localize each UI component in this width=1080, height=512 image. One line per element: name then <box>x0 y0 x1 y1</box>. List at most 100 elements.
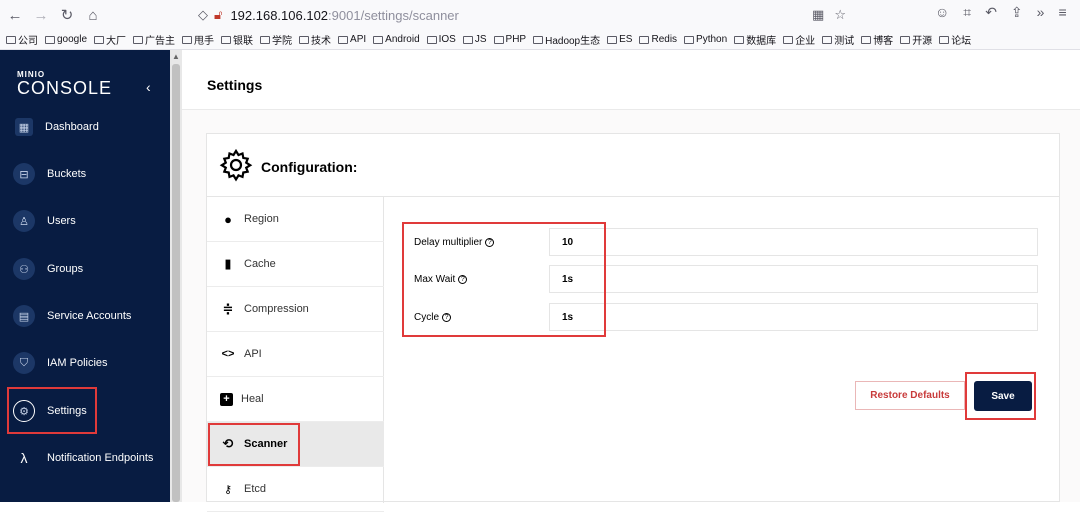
tracking-shield-icon[interactable]: ◇ <box>198 7 208 23</box>
screenshot-icon[interactable]: ⌗ <box>963 4 971 21</box>
insecure-lock-icon[interactable]: 🔓︎ <box>214 7 222 23</box>
qr-code-icon[interactable]: ▦ <box>812 7 824 23</box>
minio-logo[interactable]: MINIO CONSOLE <box>17 70 112 99</box>
folder-icon <box>182 35 193 44</box>
configuration-panel: Configuration: ● Region ▮ Cache ≑ Compre… <box>206 133 1060 512</box>
forward-icon[interactable]: → <box>30 4 52 26</box>
dashboard-icon: ▦ <box>15 118 33 136</box>
url-text[interactable]: 192.168.106.102:9001/settings/scanner <box>230 8 458 23</box>
sidebar-item-notification-endpoints[interactable]: λ Notification Endpoints <box>0 438 170 478</box>
fields-highlight-box <box>402 222 606 337</box>
bookmark-item[interactable]: 博客 <box>861 32 893 47</box>
bookmark-label: Python <box>696 34 728 45</box>
code-icon: <> <box>221 348 235 360</box>
bookmark-label: 银联 <box>233 36 254 47</box>
gear-icon <box>219 148 253 182</box>
sidebar-item-buckets[interactable]: ⊟ Buckets <box>0 154 170 194</box>
sidebar-item-users[interactable]: ♙ Users <box>0 201 170 241</box>
folder-icon <box>734 35 745 44</box>
sidebar: MINIO CONSOLE ‹ ▦ Dashboard ⊟ Buckets ♙ … <box>0 50 170 502</box>
account-icon[interactable]: ☺ <box>935 4 949 21</box>
bookmark-item[interactable]: 学院 <box>260 32 292 47</box>
bookmark-item[interactable]: 开源 <box>900 32 932 47</box>
restore-defaults-button[interactable]: Restore Defaults <box>855 381 965 410</box>
bookmark-item[interactable]: 广告主 <box>133 32 175 47</box>
config-menu-api[interactable]: <> API <box>207 332 384 377</box>
config-menu-label: Etcd <box>244 483 267 495</box>
delay-multiplier-input[interactable] <box>549 228 1038 256</box>
sidebar-item-groups[interactable]: ⚇ Groups <box>0 249 170 289</box>
bookmark-item[interactable]: IOS <box>426 34 456 45</box>
bookmark-item[interactable]: ES <box>607 34 632 45</box>
configuration-header: Configuration: <box>207 134 1059 197</box>
bookmark-item[interactable]: Python <box>684 34 727 45</box>
bookmark-label: Redis <box>651 34 678 45</box>
scroll-up-icon[interactable]: ▲ <box>172 52 180 61</box>
bookmark-item[interactable]: 大厂 <box>94 32 126 47</box>
max-wait-input[interactable] <box>549 265 1038 293</box>
bookmark-item[interactable]: PHP <box>493 34 527 45</box>
bookmark-item[interactable]: google <box>45 34 87 45</box>
bookmark-item[interactable]: 测试 <box>822 32 854 47</box>
bookmark-item[interactable]: 技术 <box>299 32 331 47</box>
config-menu-region[interactable]: ● Region <box>207 197 384 242</box>
undo-icon[interactable]: ↶ <box>985 4 997 21</box>
bookmark-label: 甩手 <box>194 36 215 47</box>
config-menu-label: API <box>244 348 262 360</box>
sidebar-scrollbar[interactable]: ▲ <box>170 50 182 502</box>
bookmark-item[interactable]: JS <box>462 34 487 45</box>
reload-icon[interactable]: ↻ <box>56 4 78 26</box>
bookmark-star-icon[interactable]: ☆ <box>834 7 846 23</box>
config-menu-heal[interactable]: + Heal <box>207 377 384 422</box>
config-menu-label: Heal <box>241 393 264 405</box>
bookmark-item[interactable]: 数据库 <box>734 32 776 47</box>
sidebar-item-dashboard[interactable]: ▦ Dashboard <box>0 107 170 147</box>
back-icon[interactable]: ← <box>4 4 26 26</box>
folder-icon <box>338 35 349 44</box>
bookmark-item[interactable]: 公司 <box>6 32 38 47</box>
folder-icon <box>639 35 650 44</box>
url-bar[interactable]: ◇ 🔓︎ 192.168.106.102:9001/settings/scann… <box>190 3 850 27</box>
sidebar-item-iam-policies[interactable]: ⛉ IAM Policies <box>0 343 170 383</box>
bookmark-label: IOS <box>438 34 456 45</box>
overflow-chevron-icon[interactable]: » <box>1037 4 1045 21</box>
folder-icon <box>94 35 105 44</box>
bookmark-label: 博客 <box>873 36 894 47</box>
bookmark-item[interactable]: 论坛 <box>939 32 971 47</box>
plus-box-icon: + <box>220 392 233 406</box>
menu-icon[interactable]: ≡ <box>1058 4 1066 21</box>
share-icon[interactable]: ⇪ <box>1011 4 1023 21</box>
folder-icon <box>426 35 437 44</box>
bookmark-label: 广告主 <box>145 36 176 47</box>
scanner-highlight-box <box>208 423 300 466</box>
sidebar-item-service-accounts[interactable]: ▤ Service Accounts <box>0 296 170 336</box>
bookmark-item[interactable]: Android <box>373 34 420 45</box>
bookmark-label: 论坛 <box>951 36 972 47</box>
bucket-icon: ⊟ <box>13 163 35 185</box>
bookmark-item[interactable]: 企业 <box>783 32 815 47</box>
bookmark-item[interactable]: Hadoop生态 <box>533 32 600 47</box>
bookmark-item[interactable]: Redis <box>639 34 677 45</box>
sidebar-item-label: Dashboard <box>45 121 99 133</box>
config-menu-etcd[interactable]: ⚷ Etcd <box>207 467 384 512</box>
bookmark-label: 企业 <box>795 36 816 47</box>
config-menu-label: Compression <box>244 303 309 315</box>
bookmark-item[interactable]: 甩手 <box>182 32 214 47</box>
bookmark-label: PHP <box>505 34 527 45</box>
shield-icon: ⛉ <box>13 352 35 374</box>
bookmark-label: 测试 <box>834 36 855 47</box>
bookmark-label: Android <box>385 34 420 45</box>
scrollbar-thumb[interactable] <box>172 64 180 502</box>
cycle-input[interactable] <box>549 303 1038 331</box>
config-menu-cache[interactable]: ▮ Cache <box>207 242 384 287</box>
config-menu-compression[interactable]: ≑ Compression <box>207 287 384 332</box>
bookmark-label: google <box>57 34 88 45</box>
collapse-sidebar-icon[interactable]: ‹ <box>146 79 151 95</box>
bookmark-item[interactable]: 银联 <box>221 32 253 47</box>
home-icon[interactable]: ⌂ <box>82 4 104 26</box>
config-menu-label: Cache <box>244 258 276 270</box>
folder-icon <box>822 35 833 44</box>
folder-icon <box>462 35 473 44</box>
user-icon: ♙ <box>13 210 35 232</box>
bookmark-item[interactable]: API <box>338 34 366 45</box>
